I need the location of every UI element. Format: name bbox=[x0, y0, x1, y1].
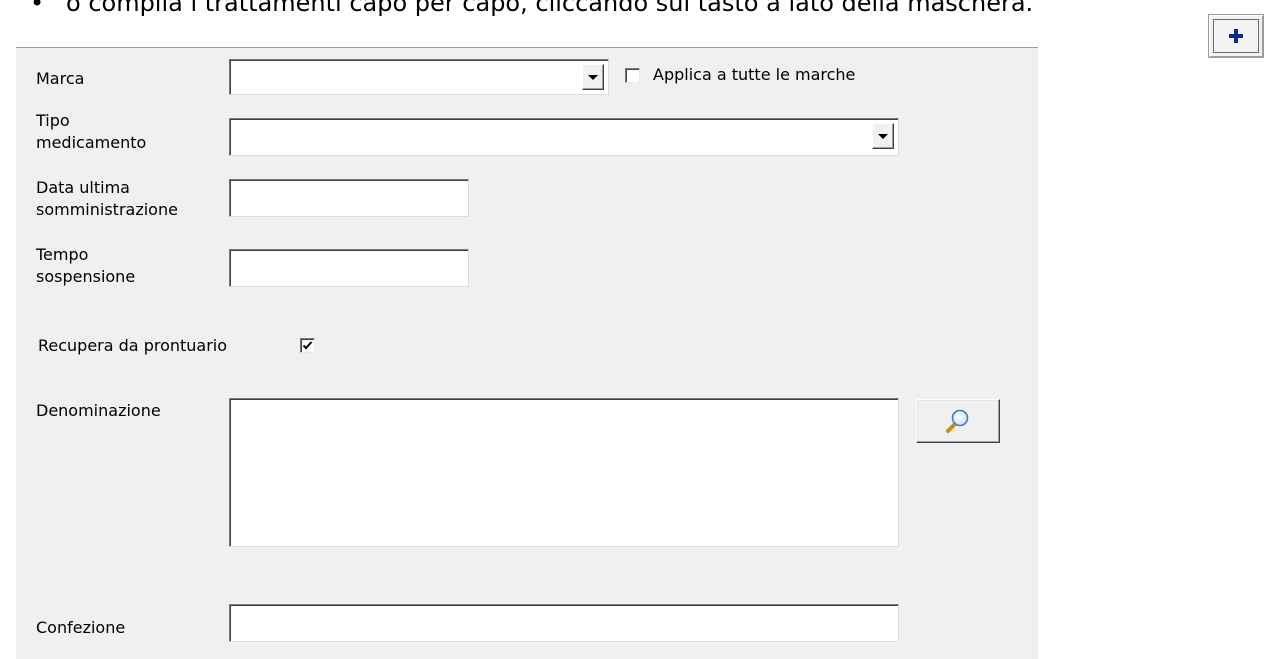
confezione-label: Confezione bbox=[36, 618, 126, 637]
tipo-medicamento-dropdown-button[interactable] bbox=[872, 123, 894, 149]
marca-label: Marca bbox=[36, 69, 85, 88]
tempo-sospensione-input[interactable] bbox=[229, 249, 469, 287]
check-icon bbox=[302, 341, 313, 350]
marca-combobox[interactable] bbox=[229, 59, 609, 95]
chevron-down-icon bbox=[588, 74, 598, 80]
data-ultima-label: Data ultima somministrazione bbox=[36, 178, 178, 219]
chevron-down-icon bbox=[878, 133, 888, 139]
instruction-text: • o compila i trattamenti capo per capo, … bbox=[30, 0, 1033, 17]
treatment-form: Marca Applica a tutte le marche Tipo med… bbox=[16, 47, 1038, 659]
tipo-medicamento-combobox[interactable] bbox=[229, 118, 899, 156]
recupera-label: Recupera da prontuario bbox=[38, 336, 228, 355]
add-treatment-button[interactable] bbox=[1208, 14, 1264, 58]
plus-icon bbox=[1229, 29, 1243, 43]
magnifier-icon bbox=[946, 409, 969, 433]
instruction-sentence: o compila i trattamenti capo per capo, c… bbox=[66, 0, 1034, 17]
denominazione-label: Denominazione bbox=[36, 401, 161, 420]
add-button-face bbox=[1213, 19, 1259, 53]
confezione-input[interactable] bbox=[229, 604, 899, 642]
applica-tutte-label: Applica a tutte le marche bbox=[653, 65, 856, 84]
data-ultima-input[interactable] bbox=[229, 179, 469, 217]
tempo-sospensione-label: Tempo sospensione bbox=[36, 245, 136, 286]
applica-tutte-checkbox[interactable] bbox=[625, 68, 640, 83]
tipo-medicamento-label: Tipo medicamento bbox=[36, 111, 147, 152]
recupera-checkbox[interactable] bbox=[300, 338, 315, 353]
marca-dropdown-button[interactable] bbox=[582, 64, 604, 90]
bullet: • bbox=[30, 0, 45, 17]
denominazione-textarea[interactable] bbox=[229, 398, 899, 547]
search-denominazione-button[interactable] bbox=[916, 399, 1000, 443]
